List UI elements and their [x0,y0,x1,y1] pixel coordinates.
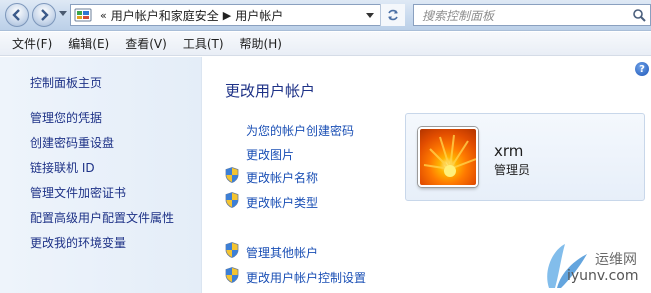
avatar [418,127,478,187]
change-account-type-link[interactable]: 更改帐户类型 [246,194,318,211]
manage-other-accounts-link[interactable]: 管理其他帐户 [246,244,318,261]
forward-button[interactable] [32,3,56,27]
menu-bar: 文件(F) 编辑(E) 查看(V) 工具(T) 帮助(H) [0,32,651,56]
address-field[interactable]: « 用户帐户和家庭安全 ▶ 用户帐户 [70,4,405,26]
breadcrumb-user-accounts[interactable]: 用户帐户 [235,7,283,24]
uac-shield-icon [225,192,239,208]
search-input[interactable]: 搜索控制面板 [413,4,651,26]
help-icon[interactable]: ? [635,62,649,76]
address-dropdown-icon[interactable] [366,13,374,18]
change-picture-link[interactable]: 更改图片 [246,146,294,163]
uac-shield-icon [225,167,239,183]
sidebar-item-manage-credentials[interactable]: 管理您的凭据 [30,110,174,135]
control-panel-icon [74,8,92,22]
sidebar-item-environment-variables[interactable]: 更改我的环境变量 [30,235,174,260]
sidebar-item-password-reset-disk[interactable]: 创建密码重设盘 [30,135,174,160]
menu-view[interactable]: 查看(V) [125,35,167,52]
sidebar-control-panel-home[interactable]: 控制面板主页 [30,74,102,91]
search-icon[interactable] [632,8,646,22]
user-account-card: xrm 管理员 [405,113,645,201]
uac-shield-icon [225,242,239,258]
back-arrow-icon [12,9,20,21]
sidebar-item-link-online-id[interactable]: 链接联机 ID [30,160,174,185]
breadcrumb-user-accounts-family[interactable]: 用户帐户和家庭安全 [111,7,219,24]
user-name: xrm [494,142,524,160]
forward-arrow-icon [41,9,49,21]
menu-file[interactable]: 文件(F) [12,35,52,52]
menu-help[interactable]: 帮助(H) [240,35,282,52]
refresh-button[interactable] [380,4,405,26]
watermark-title: 运维网 [595,252,637,268]
address-bar: « 用户帐户和家庭安全 ▶ 用户帐户 搜索控制面板 [0,0,651,31]
sidebar: 控制面板主页 管理您的凭据 创建密码重设盘 链接联机 ID 管理文件加密证书 配… [0,57,202,293]
sidebar-task-list: 管理您的凭据 创建密码重设盘 链接联机 ID 管理文件加密证书 配置高级用户配置… [30,110,174,260]
sidebar-item-encryption-certificates[interactable]: 管理文件加密证书 [30,185,174,210]
search-placeholder: 搜索控制面板 [422,8,495,23]
user-role: 管理员 [494,163,531,177]
change-account-name-link[interactable]: 更改帐户名称 [246,169,318,186]
breadcrumb-separator[interactable]: ▶ [223,9,231,22]
sidebar-item-profile-properties[interactable]: 配置高级用户配置文件属性 [30,210,174,235]
refresh-icon [388,9,398,21]
page-title: 更改用户帐户 [225,82,316,100]
uac-settings-link[interactable]: 更改用户帐户控制设置 [246,269,366,286]
breadcrumb-overflow[interactable]: « [100,9,107,22]
menu-edit[interactable]: 编辑(E) [68,35,109,52]
watermark-url: iyunv.com [567,268,639,284]
back-button[interactable] [5,3,29,27]
uac-shield-icon [225,267,239,283]
flower-picture-icon [423,134,476,177]
create-password-link[interactable]: 为您的帐户创建密码 [246,122,354,139]
recent-pages-dropdown[interactable] [59,11,67,16]
menu-tools[interactable]: 工具(T) [183,35,224,52]
